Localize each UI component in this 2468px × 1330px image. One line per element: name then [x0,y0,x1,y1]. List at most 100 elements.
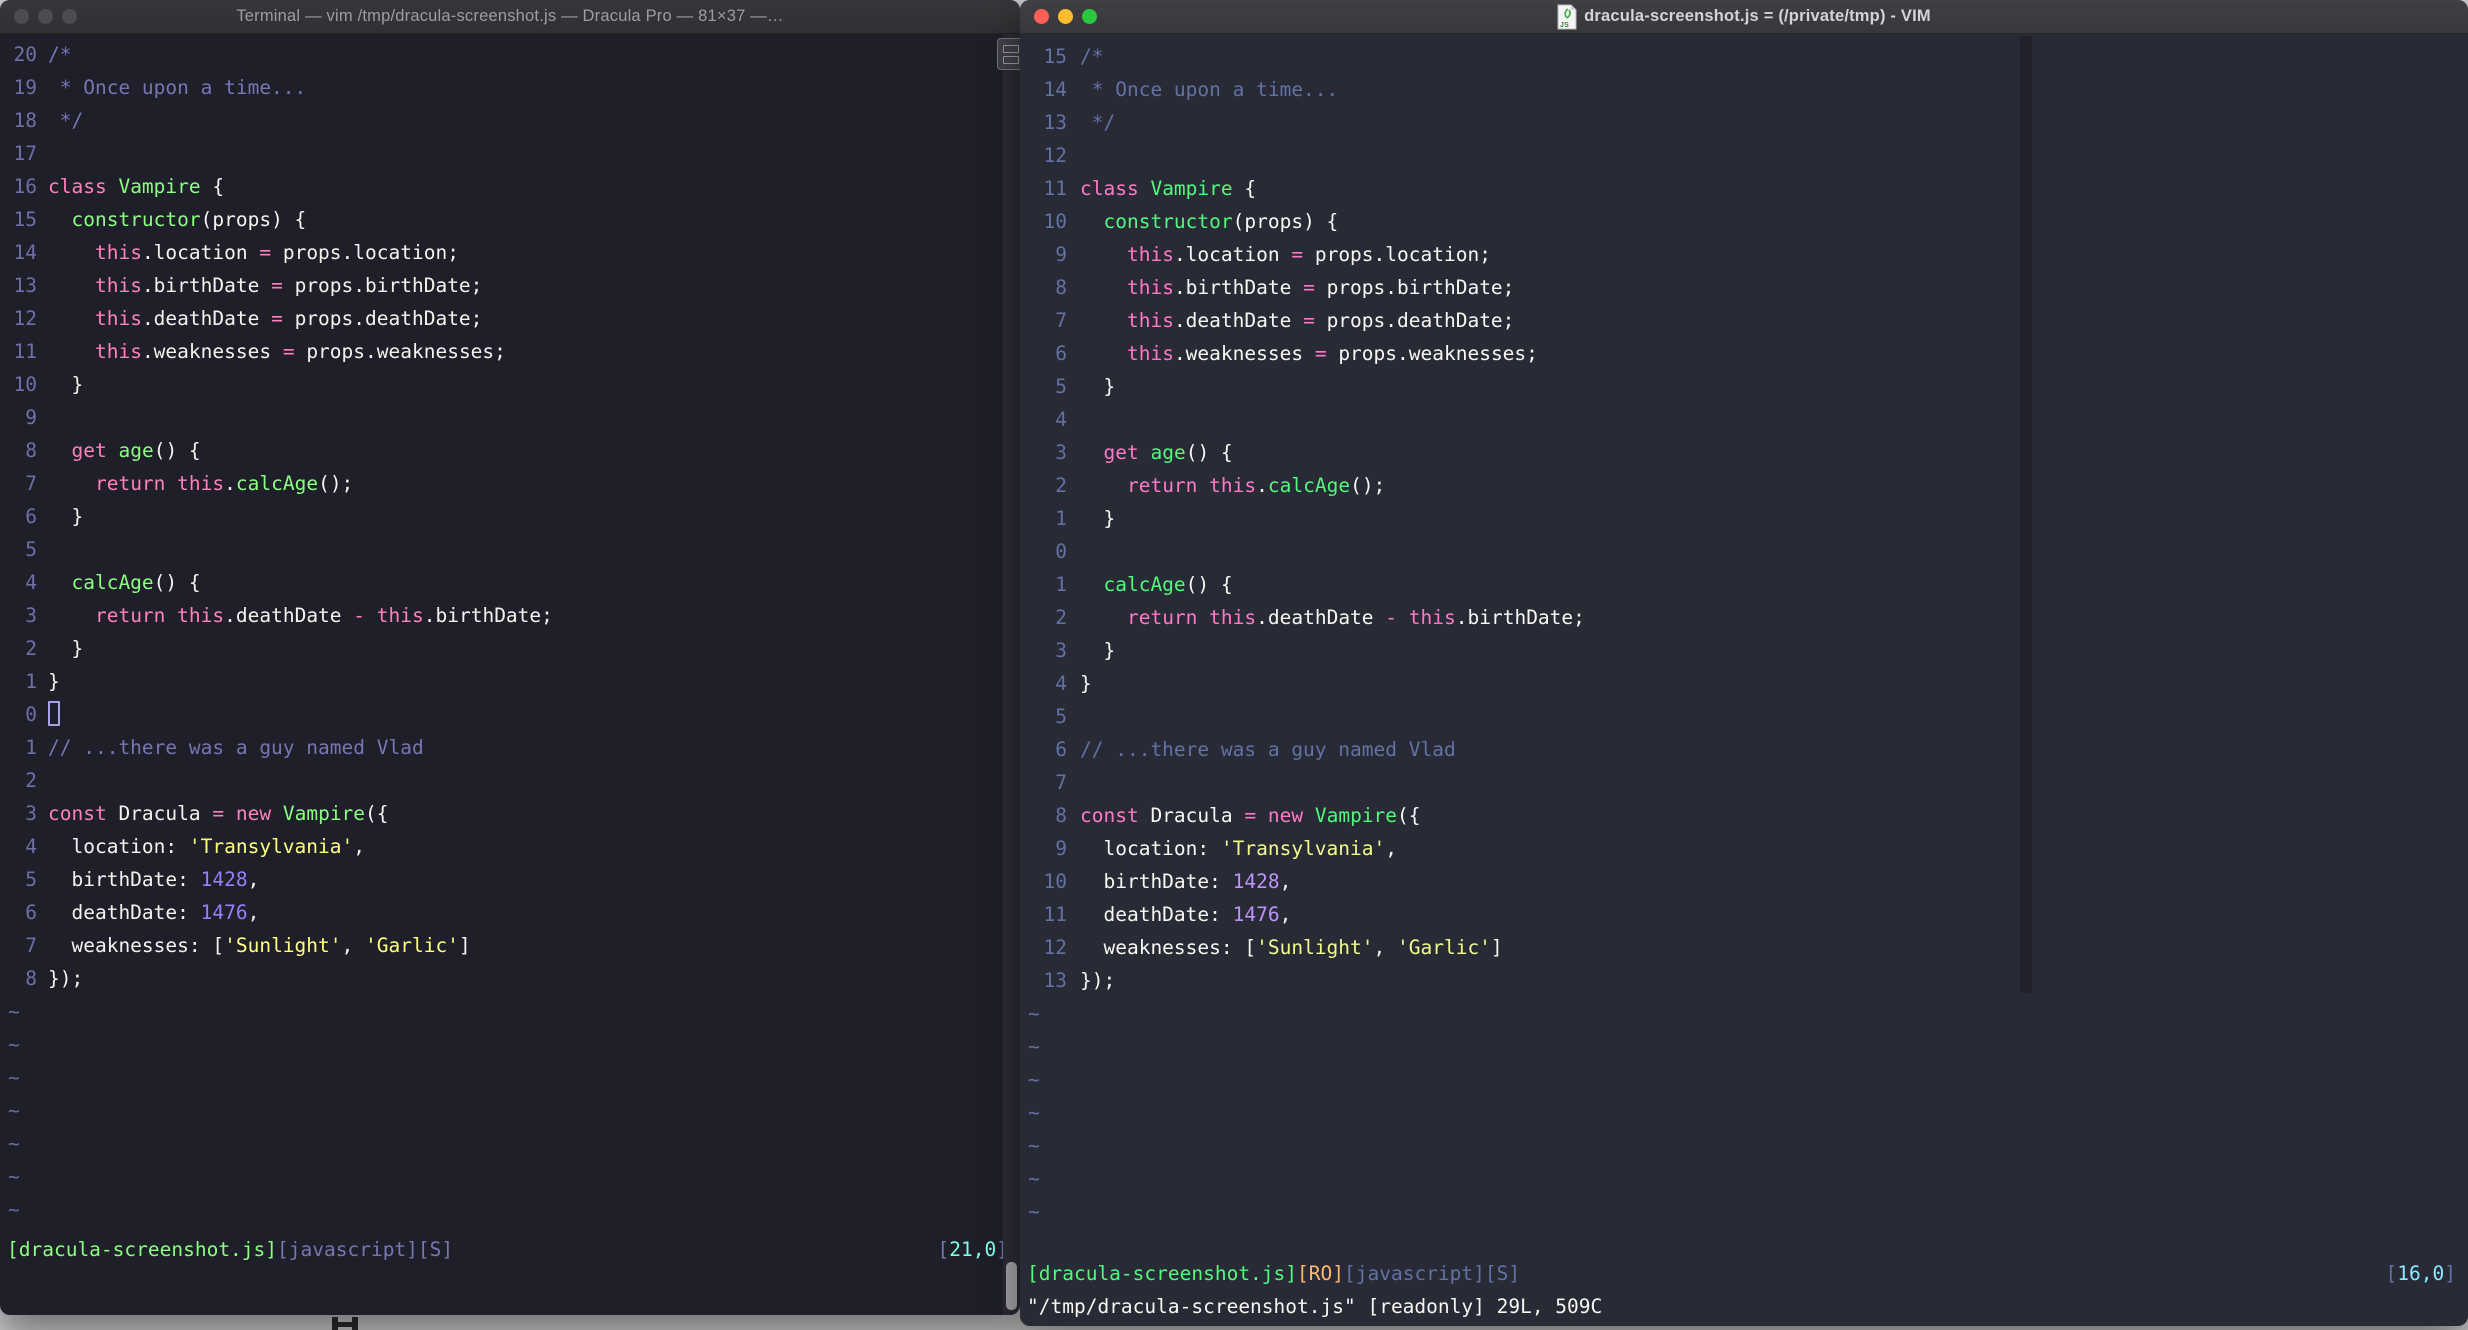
js-file-icon: JS [1557,4,1577,30]
relative-line-number: 11 [1043,903,1067,926]
vim-cursor [48,701,60,726]
code-line: 16 class Vampire { [0,170,1020,203]
code-line: 4 [1020,403,2468,436]
relative-line-number: 15 [1043,45,1067,68]
tilde-line: ~ [1028,1068,1040,1091]
relative-line-number: 14 [13,241,37,264]
tilde-line: ~ [1028,1101,1040,1124]
relative-line-number: 13 [1043,969,1067,992]
minimize-button-icon[interactable] [1058,9,1073,24]
relative-line-number: 12 [1043,936,1067,959]
statusline-cursor-position: [16,0] [2385,1262,2456,1285]
relative-line-number: 5 [25,868,37,891]
code-line: 12 [1020,139,2468,172]
vim-buffer[interactable]: 15/* 14 * Once upon a time... 13 */12 11 cla… [1020,33,2468,1228]
zoom-button-icon[interactable] [1082,9,1097,24]
terminal-window: Terminal — vim /tmp/dracula-screenshot.j… [0,0,1025,1315]
zoom-button-icon[interactable] [62,9,77,24]
relative-line-number: 4 [1055,408,1067,431]
traffic-lights [1034,0,1097,33]
code-line: 7 return this.calcAge(); [0,467,1020,500]
code-line: 0 [1020,535,2468,568]
vim-window-title: JS dracula-screenshot.js = (/private/tmp… [1020,4,2468,30]
code-line: 19 * Once upon a time... [0,71,1020,104]
relative-line-number: 9 [25,406,37,429]
code-line: 11 class Vampire { [1020,172,2468,205]
code-line: 8}); [0,962,1020,995]
code-line: 4 calcAge() { [0,566,1020,599]
relative-line-number: 7 [1055,309,1067,332]
code-line: 13 */ [1020,106,2468,139]
vim-titlebar[interactable]: JS dracula-screenshot.js = (/private/tmp… [1020,0,2468,34]
code-line: 8 this.birthDate = props.birthDate; [1020,271,2468,304]
relative-line-number: 7 [25,934,37,957]
relative-line-number: 3 [1055,441,1067,464]
relative-line-number: 15 [13,208,37,231]
code-line: 9 location: 'Transylvania', [1020,832,2468,865]
tilde-line: ~ [1028,1002,1040,1025]
tilde-line: ~ [1028,1035,1040,1058]
terminal-vim-buffer[interactable]: 20/* 19 * Once upon a time... 18 */17 16 cla… [0,33,1020,1226]
tilde-line: ~ [1028,1200,1040,1223]
relative-line-number: 6 [1055,738,1067,761]
relative-line-number: 5 [1055,705,1067,728]
glyph-fragment [338,1322,352,1327]
code-line: 3 return this.deathDate - this.birthDate… [0,599,1020,632]
terminal-window-title: Terminal — vim /tmp/dracula-screenshot.j… [0,7,1020,26]
vim-message-line: "/tmp/dracula-screenshot.js" [readonly] … [1027,1295,1603,1318]
code-line: 18 */ [0,104,1020,137]
relative-line-number: 0 [25,703,37,726]
relative-line-number: 8 [1055,276,1067,299]
terminal-titlebar[interactable]: Terminal — vim /tmp/dracula-screenshot.j… [0,0,1020,34]
code-line: 6 } [0,500,1020,533]
code-line: 1 calcAge() { [1020,568,2468,601]
relative-line-number: 4 [25,571,37,594]
code-line: 0 [0,698,1020,731]
code-line: 7 this.deathDate = props.deathDate; [1020,304,2468,337]
relative-line-number: 7 [25,472,37,495]
code-line: 6 this.weaknesses = props.weaknesses; [1020,337,2468,370]
tilde-line: ~ [1028,1134,1040,1157]
relative-line-number: 8 [25,967,37,990]
code-line: 1// ...there was a guy named Vlad [0,731,1020,764]
code-line: 10 birthDate: 1428, [1020,865,2468,898]
code-line: 9 [0,401,1020,434]
code-line: 11 this.weaknesses = props.weaknesses; [0,335,1020,368]
terminal-scrollbar[interactable] [997,34,1025,1315]
code-line: 7 [1020,766,2468,799]
relative-line-number: 7 [1055,771,1067,794]
code-line: 1} [0,665,1020,698]
relative-line-number: 13 [1043,111,1067,134]
relative-line-number: 1 [25,736,37,759]
vim-statusline-right-window: [dracula-screenshot.js][RO][javascript][… [1020,1257,2468,1290]
code-line: 5 birthDate: 1428, [0,863,1020,896]
relative-line-number: 6 [25,505,37,528]
tilde-line: ~ [8,1099,20,1122]
terminal-title-text: Terminal — vim /tmp/dracula-screenshot.j… [236,7,784,25]
relative-line-number: 10 [1043,210,1067,233]
relative-line-number: 2 [1055,474,1067,497]
relative-line-number: 4 [25,835,37,858]
relative-line-number: 13 [13,274,37,297]
code-line: 13}); [1020,964,2468,997]
relative-line-number: 5 [25,538,37,561]
code-line: 5 } [1020,370,2468,403]
relative-line-number: 11 [1043,177,1067,200]
close-button-icon[interactable] [1034,9,1049,24]
minimize-button-icon[interactable] [38,9,53,24]
relative-line-number: 17 [13,142,37,165]
relative-line-number: 20 [13,43,37,66]
statusline-file-info: [dracula-screenshot.js][javascript][S] [7,1238,454,1261]
relative-line-number: 3 [1055,639,1067,662]
vim-gui-window: JS dracula-screenshot.js = (/private/tmp… [1020,0,2468,1326]
terminal-scrollbar-thumb[interactable] [1006,1262,1017,1310]
code-line: 1 } [1020,502,2468,535]
code-line: 4} [1020,667,2468,700]
traffic-lights [14,0,77,33]
tilde-line: ~ [8,1000,20,1023]
close-button-icon[interactable] [14,9,29,24]
relative-line-number: 2 [1055,606,1067,629]
code-line: 10 constructor(props) { [1020,205,2468,238]
code-line: 3 } [1020,634,2468,667]
tilde-line: ~ [1028,1167,1040,1190]
